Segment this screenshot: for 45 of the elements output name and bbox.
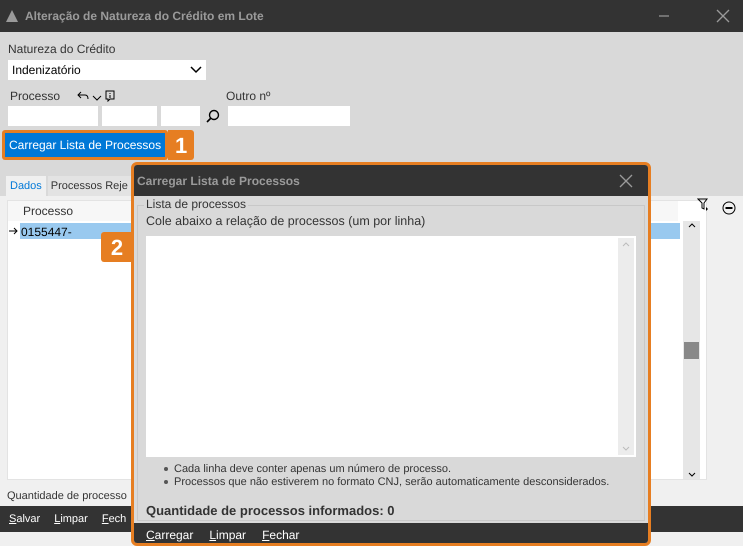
note-text: Processos que não estiverem no formato CNJ, serão automaticamente desconsiderados. <box>174 476 610 489</box>
dialog-button[interactable]: Carregar <box>146 526 194 543</box>
column-header: Processo <box>23 203 74 220</box>
chevron-down-icon <box>190 66 202 74</box>
app-logo-icon <box>5 9 19 23</box>
tab[interactable]: Processos Reje <box>48 176 131 196</box>
dialog-button[interactable]: Limpar <box>209 526 246 543</box>
remove-icon[interactable] <box>722 201 736 215</box>
count-label: Quantidade de processo <box>7 490 127 502</box>
close-icon[interactable] <box>716 9 730 23</box>
info-icon[interactable] <box>105 90 116 102</box>
instruction-text: Cole abaixo a relação de processos (um por linha) <box>146 213 426 230</box>
filter-icon[interactable] <box>697 198 709 212</box>
bullet-icon <box>164 467 168 472</box>
footer-button[interactable]: Fech <box>102 510 126 528</box>
dropdown[interactable]: Indenizatório <box>8 60 206 80</box>
input-field[interactable] <box>228 106 350 126</box>
tab[interactable]: Dados <box>6 176 46 196</box>
chevron-down-icon[interactable] <box>688 472 696 477</box>
field-label: Processo <box>10 88 60 105</box>
note-text: Cada linha deve conter apenas um número de processo. <box>174 462 452 476</box>
field-label: Outro nº <box>226 88 270 105</box>
load-list-button[interactable]: Carregar Lista de Processos <box>5 133 166 157</box>
count-text: Quantidade de processos informados: 0 <box>146 502 396 520</box>
chevron-down-icon[interactable] <box>92 95 102 101</box>
row-pointer-icon <box>8 227 20 235</box>
field-label: Natureza do Crédito <box>8 41 116 58</box>
footer-button[interactable]: Limpar <box>54 510 88 528</box>
input-field[interactable] <box>161 106 200 126</box>
chevron-up-icon[interactable] <box>688 223 696 228</box>
input-field[interactable] <box>8 106 98 126</box>
dialog-title: Carregar Lista de Processos <box>137 172 300 190</box>
undo-icon[interactable] <box>77 91 90 101</box>
footer-button[interactable]: Salvar <box>9 510 40 528</box>
scroll-thumb[interactable] <box>684 342 699 358</box>
search-icon[interactable] <box>206 109 220 123</box>
dialog-button[interactable]: Fechar <box>262 526 300 543</box>
step-badge: 1 <box>168 130 194 160</box>
window-title: Alteração de Natureza do Crédito em Lote <box>25 8 264 25</box>
input-field[interactable] <box>102 106 157 126</box>
group-label: Lista de processos <box>144 197 248 211</box>
bullet-icon <box>164 480 168 484</box>
close-icon[interactable] <box>619 174 633 188</box>
scrollbar[interactable] <box>683 221 700 479</box>
step-badge: 2 <box>101 232 133 262</box>
